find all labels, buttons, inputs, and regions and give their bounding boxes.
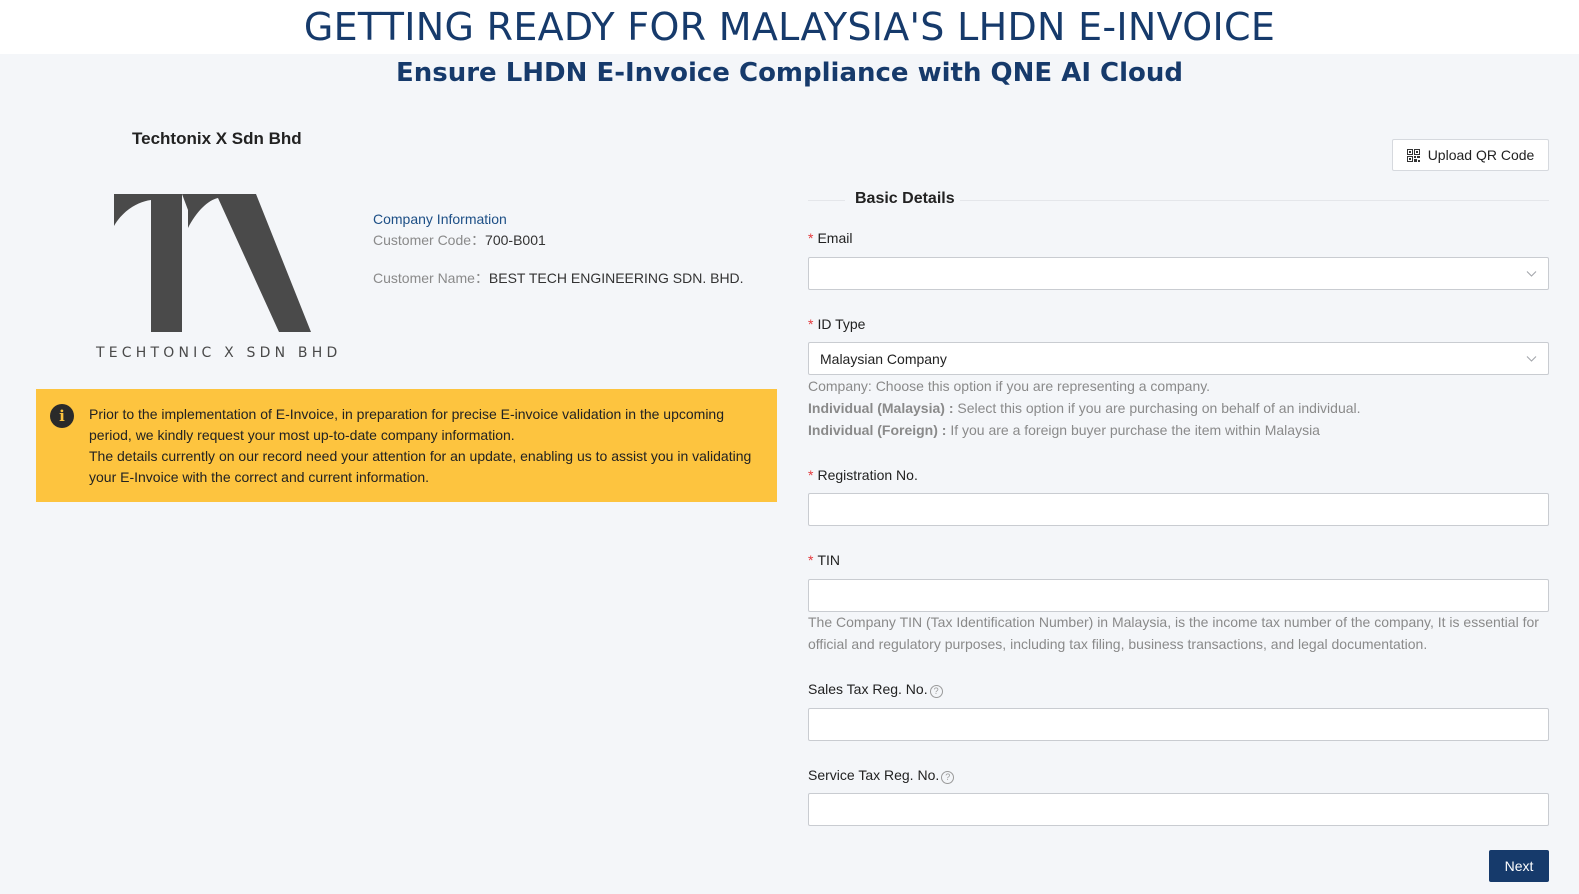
email-select[interactable] bbox=[808, 257, 1549, 290]
info-icon: i bbox=[50, 404, 74, 428]
help-text: If you are a foreign buyer purchase the … bbox=[946, 422, 1320, 438]
tin-label-text: TIN bbox=[817, 552, 841, 568]
id-type-label-text: ID Type bbox=[817, 316, 866, 332]
upload-qr-code-label: Upload QR Code bbox=[1427, 147, 1535, 163]
notice-paragraph-2: The details currently on our record need… bbox=[89, 448, 752, 485]
help-text: Select this option if you are purchasing… bbox=[953, 400, 1361, 416]
id-type-label: * ID Type bbox=[808, 316, 865, 332]
notice-paragraph-1: Prior to the implementation of E-Invoice… bbox=[89, 406, 724, 443]
required-marker: * bbox=[808, 316, 814, 332]
logo-text: TECHTONIC X SDN BHD bbox=[96, 345, 342, 361]
next-button[interactable]: Next bbox=[1489, 850, 1549, 882]
tin-label: * TIN bbox=[808, 552, 840, 568]
banner-title: GETTING READY FOR MALAYSIA'S LHDN E-INVO… bbox=[303, 5, 1276, 49]
company-title: Techtonix X Sdn Bhd bbox=[132, 129, 302, 148]
service-tax-label-text: Service Tax Reg. No. bbox=[808, 767, 940, 783]
company-logo: TECHTONIC X SDN BHD bbox=[96, 190, 342, 365]
tin-help: The Company TIN (Tax Identification Numb… bbox=[808, 614, 1539, 652]
sales-tax-label-text: Sales Tax Reg. No. bbox=[808, 681, 928, 697]
basic-details-section-header: Basic Details bbox=[808, 190, 1549, 210]
registration-no-label: * Registration No. bbox=[808, 467, 918, 483]
top-banner: GETTING READY FOR MALAYSIA'S LHDN E-INVO… bbox=[0, 0, 1579, 54]
divider-right bbox=[960, 200, 1549, 201]
service-tax-label: Service Tax Reg. No.? bbox=[808, 767, 955, 784]
customer-code-value: 700-B001 bbox=[485, 232, 546, 248]
logo-mark-icon bbox=[114, 194, 311, 332]
id-type-help-individual-malaysia: Individual (Malaysia) : Select this opti… bbox=[808, 397, 1361, 419]
qr-code-icon bbox=[1406, 148, 1420, 162]
help-label: Individual (Foreign) : bbox=[808, 422, 947, 438]
required-marker: * bbox=[808, 467, 814, 483]
update-notice: i Prior to the implementation of E-Invoi… bbox=[36, 389, 777, 502]
id-type-help: Company: Choose this option if you are r… bbox=[808, 375, 1361, 441]
sales-tax-label: Sales Tax Reg. No.? bbox=[808, 681, 943, 698]
customer-name-row: Customer Name：BEST TECH ENGINEERING SDN.… bbox=[373, 269, 744, 287]
customer-name-value: BEST TECH ENGINEERING SDN. BHD. bbox=[488, 270, 744, 286]
help-label: Individual (Malaysia) : bbox=[808, 400, 954, 416]
help-question-icon[interactable]: ? bbox=[929, 685, 943, 698]
customer-name-label: Customer Name： bbox=[373, 270, 489, 286]
id-type-value: Malaysian Company bbox=[820, 350, 947, 367]
id-type-help-individual-foreign: Individual (Foreign) : If you are a fore… bbox=[808, 419, 1361, 441]
required-marker: * bbox=[808, 230, 814, 246]
company-info-heading: Company Information bbox=[373, 211, 507, 227]
id-type-help-company: Company: Choose this option if you are r… bbox=[808, 378, 1211, 394]
upload-qr-code-button[interactable]: Upload QR Code bbox=[1392, 139, 1549, 171]
customer-code-row: Customer Code：700-B001 bbox=[373, 231, 744, 249]
email-label-text: Email bbox=[817, 230, 853, 246]
tin-input[interactable] bbox=[808, 579, 1549, 612]
chevron-down-icon bbox=[1526, 356, 1537, 362]
divider-left bbox=[808, 200, 845, 201]
chevron-down-icon bbox=[1526, 271, 1537, 277]
sales-tax-input[interactable] bbox=[808, 708, 1549, 741]
id-type-select[interactable]: Malaysian Company bbox=[808, 342, 1549, 375]
email-label: * Email bbox=[808, 230, 852, 246]
customer-code-label: Customer Code： bbox=[373, 232, 486, 248]
registration-no-label-text: Registration No. bbox=[817, 467, 918, 483]
basic-details-title: Basic Details bbox=[855, 190, 955, 207]
company-info: Company Information Customer Code：700-B0… bbox=[373, 211, 744, 287]
registration-no-input[interactable] bbox=[808, 493, 1549, 526]
help-question-icon[interactable]: ? bbox=[941, 771, 955, 784]
page-subtitle: Ensure LHDN E-Invoice Compliance with QN… bbox=[395, 58, 1184, 88]
required-marker: * bbox=[808, 552, 814, 568]
service-tax-input[interactable] bbox=[808, 793, 1549, 826]
